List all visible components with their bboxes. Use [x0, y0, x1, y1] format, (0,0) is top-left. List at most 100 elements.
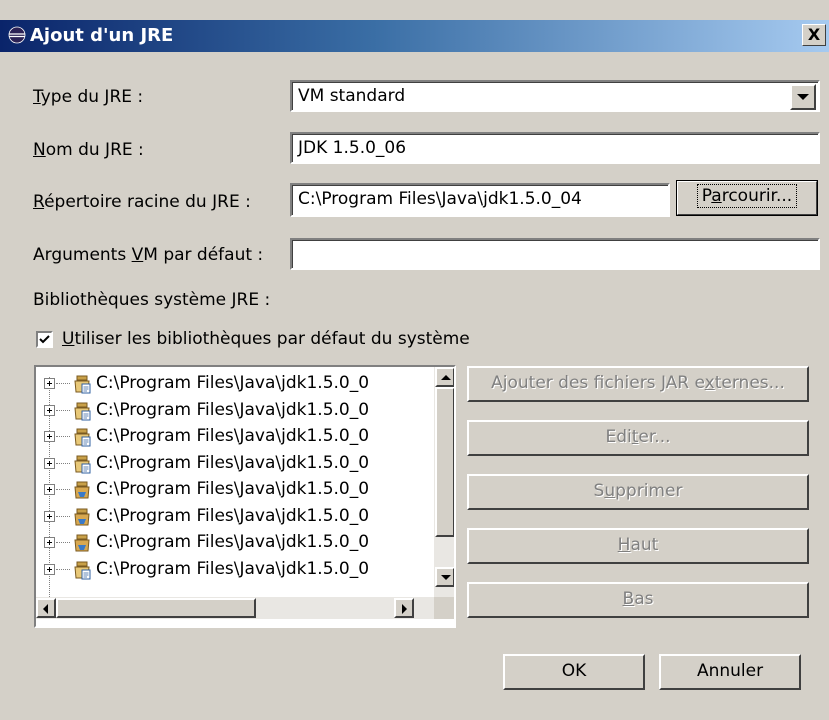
checkmark-icon — [39, 335, 50, 344]
ok-label: OK — [561, 661, 587, 681]
eclipse-icon — [8, 26, 26, 44]
expand-plus-icon[interactable] — [44, 510, 55, 522]
edit-button[interactable]: Editer... — [467, 420, 809, 456]
library-path: C:\Program Files\Java\jdk1.5.0_0 — [96, 373, 370, 393]
library-path: C:\Program Files\Java\jdk1.5.0_0 — [96, 532, 370, 552]
tree-connector — [56, 436, 70, 437]
add-ext-label-mnemonic: x — [704, 373, 715, 393]
expand-plus-icon[interactable] — [44, 431, 55, 442]
dropdown-button[interactable] — [790, 84, 816, 110]
move-up-button[interactable]: Haut — [467, 528, 809, 564]
scroll-right-button[interactable] — [394, 598, 414, 618]
jar-icon — [74, 481, 90, 499]
library-row[interactable]: C:\Program Files\Java\jdk1.5.0_0 — [36, 557, 436, 583]
jar-source-icon — [74, 561, 91, 579]
browse-button-label: Parcourir... — [696, 184, 798, 208]
jar-icon — [74, 508, 90, 525]
browse-label-mnemonic: a — [711, 186, 722, 206]
library-row[interactable]: C:\Program Files\Java\jdk1.5.0_0 — [36, 477, 436, 503]
jar-source-icon — [74, 455, 91, 473]
default-libraries-label[interactable]: Utiliser les bibliothèques par défaut du… — [62, 329, 470, 349]
library-path: C:\Program Files\Java\jdk1.5.0_0 — [96, 399, 370, 420]
remove-label-post: pprimer — [615, 481, 683, 501]
library-row[interactable]: C:\Program Files\Java\jdk1.5.0_0 — [36, 451, 436, 477]
library-path: C:\Program Files\Java\jdk1.5.0_0 — [96, 452, 370, 473]
horizontal-scroll-thumb[interactable] — [56, 598, 256, 618]
expand-plus-icon[interactable] — [44, 563, 55, 575]
scroll-left-button[interactable] — [36, 598, 56, 618]
library-path: C:\Program Files\Java\jdk1.5.0_0 — [96, 479, 370, 499]
tree-connector — [56, 568, 70, 570]
scroll-corner — [434, 597, 454, 619]
vm-args-label-post: M par défaut : — [143, 245, 264, 265]
jre-name-value: JDK 1.5.0_06 — [298, 138, 407, 158]
jre-name-label-mnemonic: N — [33, 140, 46, 160]
tree-connector — [56, 542, 70, 543]
expand-plus-icon[interactable] — [44, 537, 55, 548]
library-row[interactable]: C:\Program Files\Java\jdk1.5.0_0 — [36, 424, 436, 450]
jre-type-label-mnemonic: T — [33, 87, 41, 107]
move-down-button[interactable]: Bas — [467, 582, 809, 618]
jar-icon — [74, 534, 90, 552]
expand-plus-icon[interactable] — [44, 378, 55, 389]
default-libraries-checkbox[interactable] — [36, 331, 53, 348]
browse-button[interactable]: Parcourir... — [676, 180, 818, 216]
cancel-button[interactable]: Annuler — [659, 654, 801, 690]
window-title: Ajout d'un JRE — [30, 25, 174, 46]
library-row[interactable]: C:\Program Files\Java\jdk1.5.0_0 — [36, 504, 436, 530]
up-label-post: aut — [630, 535, 659, 555]
jre-home-label-mnemonic: R — [33, 192, 45, 212]
tree-connector — [56, 383, 70, 384]
tree-connector — [56, 462, 70, 464]
down-label-mnemonic: B — [622, 589, 635, 609]
jar-source-icon — [74, 402, 91, 420]
ok-button[interactable]: OK — [503, 654, 645, 690]
default-libraries-mnemonic: U — [62, 329, 75, 349]
scroll-up-button[interactable] — [435, 367, 454, 387]
vm-args-field[interactable] — [290, 238, 820, 270]
arrow-up-icon — [441, 375, 451, 380]
edit-label-post: er... — [638, 427, 671, 447]
arrow-right-icon — [402, 604, 407, 614]
cancel-label: Annuler — [696, 661, 764, 681]
browse-label-pre: P — [701, 186, 712, 206]
scroll-down-button[interactable] — [435, 567, 454, 587]
browse-label-post: rcourir... — [721, 186, 793, 206]
jre-name-field[interactable]: JDK 1.5.0_06 — [290, 132, 820, 164]
arrow-left-icon — [43, 604, 48, 614]
library-row[interactable]: C:\Program Files\Java\jdk1.5.0_0 — [36, 371, 436, 397]
jre-home-field[interactable]: C:\Program Files\Java\jdk1.5.0_04 — [290, 183, 670, 217]
up-label-mnemonic: H — [617, 535, 631, 555]
library-row[interactable]: C:\Program Files\Java\jdk1.5.0_0 — [36, 530, 436, 556]
tree-connector — [56, 515, 70, 517]
add-external-jars-button[interactable]: Ajouter des fichiers JAR externes... — [467, 366, 809, 402]
library-path: C:\Program Files\Java\jdk1.5.0_0 — [96, 426, 370, 446]
remove-button[interactable]: Supprimer — [467, 474, 809, 510]
library-tree[interactable]: C:\Program Files\Java\jdk1.5.0_0 C:\Progr… — [34, 365, 456, 628]
jre-name-label: Nom du JRE : — [33, 140, 144, 160]
remove-label-pre: S — [593, 481, 605, 501]
vertical-scroll-thumb[interactable] — [435, 387, 454, 537]
close-icon: X — [807, 25, 821, 44]
vertical-scrollbar[interactable] — [434, 367, 454, 597]
tree-connector — [56, 489, 70, 490]
library-path: C:\Program Files\Java\jdk1.5.0_0 — [96, 505, 370, 526]
jre-type-label-text: ype du JRE : — [40, 87, 144, 107]
jre-type-label: Type du JRE : — [33, 87, 143, 107]
add-jre-dialog: Ajout d'un JRE X Type du JRE : VM standa… — [0, 0, 829, 720]
title-bar[interactable]: Ajout d'un JRE X — [0, 20, 829, 52]
down-label-post: as — [634, 589, 654, 609]
add-ext-label-pre: Ajouter des fichiers JAR e — [491, 373, 705, 393]
library-row[interactable]: C:\Program Files\Java\jdk1.5.0_0 — [36, 398, 436, 424]
horizontal-scrollbar[interactable] — [36, 597, 434, 619]
expand-plus-icon[interactable] — [44, 484, 55, 495]
vm-args-label-mnemonic: V — [131, 245, 144, 265]
vm-args-label-pre: Arguments — [33, 245, 132, 265]
jre-type-value: VM standard — [298, 86, 406, 106]
close-button[interactable]: X — [802, 24, 826, 46]
jre-type-select[interactable]: VM standard — [290, 80, 820, 112]
expand-plus-icon[interactable] — [44, 457, 55, 469]
expand-plus-icon[interactable] — [44, 404, 55, 416]
chevron-down-icon — [797, 94, 809, 100]
library-path: C:\Program Files\Java\jdk1.5.0_0 — [96, 558, 370, 579]
